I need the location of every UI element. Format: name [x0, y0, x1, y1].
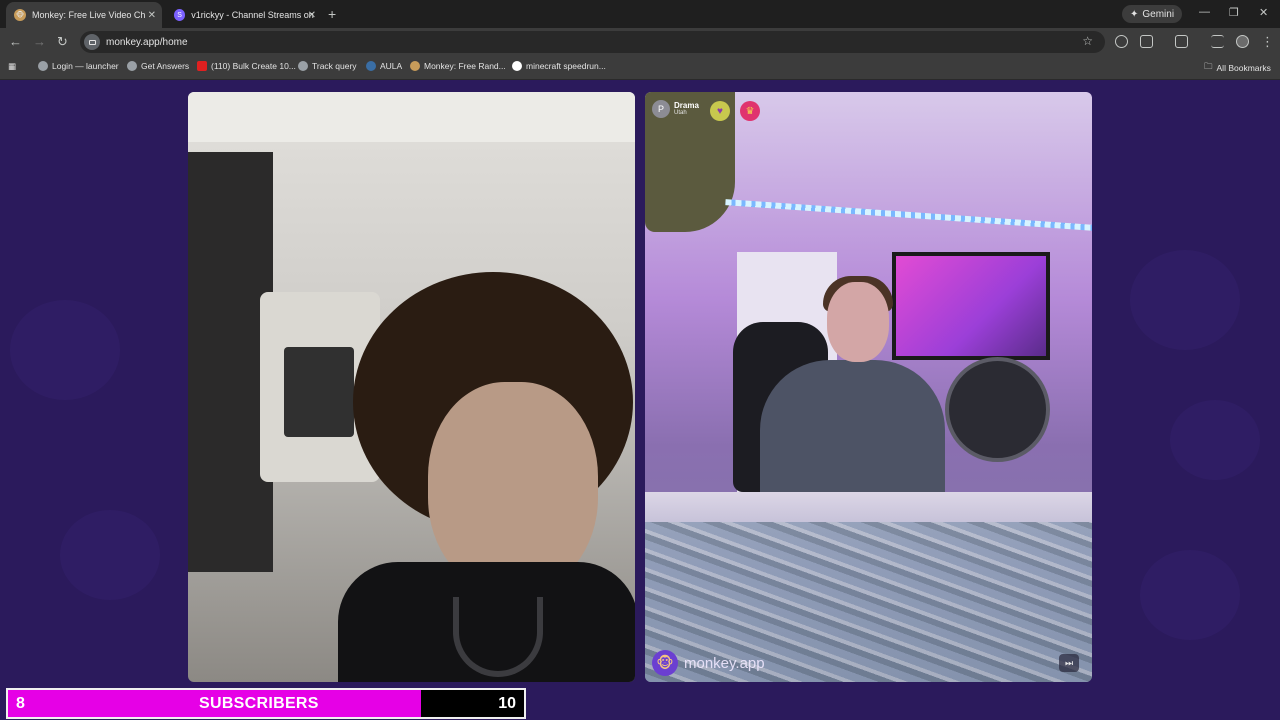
all-bookmarks[interactable]: 🗀 All Bookmarks [1204, 61, 1271, 75]
globe-icon [298, 61, 308, 71]
close-tab-icon[interactable]: ✕ [148, 10, 156, 21]
remote-video: P Drama Utah ♥ ♛ 🐵 monkey.app ⏭ [645, 92, 1092, 682]
restore-button[interactable]: ❐ [1229, 6, 1239, 19]
goal-label: SUBSCRIBERS [199, 695, 319, 712]
skip-next-button[interactable]: ⏭ [1059, 654, 1079, 672]
menu-icon[interactable]: ⋮ [1261, 34, 1274, 50]
globe-icon [38, 61, 48, 71]
reload-icon[interactable]: ↻ [57, 34, 68, 50]
back-icon[interactable]: ← [9, 34, 22, 49]
sparkle-icon: ✦ [1130, 8, 1139, 20]
local-video [188, 92, 635, 682]
sidepanel-icon[interactable] [1175, 35, 1188, 48]
monkey-logo-icon: 🐵 [652, 650, 678, 676]
google-lens-icon[interactable] [1115, 35, 1128, 48]
monkey-watermark: 🐵 monkey.app [652, 650, 765, 676]
bookmark-item[interactable]: AULA [366, 61, 402, 71]
bookmark-item[interactable]: Track query [298, 61, 357, 71]
site-info-icon[interactable] [84, 34, 100, 50]
close-window-button[interactable]: ✕ [1259, 6, 1268, 19]
tab-kick[interactable]: S v1rickyy - Channel Streams on K ✕ [166, 2, 322, 28]
globe-icon [127, 61, 137, 71]
remote-user-location: Utah [674, 110, 687, 116]
background-pattern [1140, 550, 1240, 640]
goal-current: 8 [16, 695, 25, 712]
bookmark-item[interactable]: Get Answers [127, 61, 189, 71]
bookmark-item[interactable]: Monkey: Free Rand... [410, 61, 506, 71]
kick-icon: S [174, 9, 186, 21]
browser-toolbar: ← → ↻ monkey.app/home ☆ ⋮ [0, 28, 1280, 56]
monkey-icon [410, 61, 420, 71]
new-tab-button[interactable]: + [328, 6, 336, 22]
remote-user-name: Drama [674, 101, 699, 110]
crown-icon[interactable]: ♛ [740, 101, 760, 121]
bookmark-item[interactable]: Login — launcher [38, 61, 119, 71]
media-controls-icon[interactable] [1211, 35, 1224, 48]
background-pattern [60, 510, 160, 600]
video-chat-page: P Drama Utah ♥ ♛ 🐵 monkey.app ⏭ [0, 80, 1280, 720]
remote-user-badge[interactable]: P Drama Utah [652, 100, 699, 118]
subscriber-goal-bar: 8 SUBSCRIBERS 10 [6, 688, 526, 719]
google-icon [512, 61, 522, 71]
youtube-icon [197, 61, 207, 71]
background-pattern [10, 300, 120, 400]
forward-icon[interactable]: → [33, 34, 46, 49]
aula-icon [366, 61, 376, 71]
background-pattern [1170, 400, 1260, 480]
apps-icon[interactable]: ▦ [8, 61, 16, 72]
background-pattern [1130, 250, 1240, 350]
address-bar[interactable]: monkey.app/home ☆ [80, 31, 1105, 53]
profile-avatar[interactable] [1236, 35, 1249, 48]
bookmarks-bar: ▦ Login — launcher Get Answers (110) Bul… [0, 56, 1280, 80]
minimize-button[interactable]: — [1199, 6, 1210, 18]
avatar: P [652, 100, 670, 118]
bookmark-item[interactable]: minecraft speedrun... [512, 61, 606, 71]
gemini-button[interactable]: ✦ Gemini [1122, 5, 1183, 23]
tab-monkey[interactable]: 🐵 Monkey: Free Live Video Ch ✕ [6, 2, 162, 28]
extensions-icon[interactable] [1140, 35, 1153, 48]
heart-icon[interactable]: ♥ [710, 101, 730, 121]
monkey-icon: 🐵 [14, 9, 26, 21]
bookmark-star-icon[interactable]: ☆ [1082, 34, 1093, 48]
close-tab-icon[interactable]: ✕ [308, 10, 316, 21]
tab-strip: 🐵 Monkey: Free Live Video Ch ✕ S v1ricky… [0, 0, 1280, 28]
goal-target: 10 [498, 695, 516, 712]
folder-icon: 🗀 [1204, 61, 1213, 71]
bookmark-item[interactable]: (110) Bulk Create 10... [197, 61, 296, 71]
